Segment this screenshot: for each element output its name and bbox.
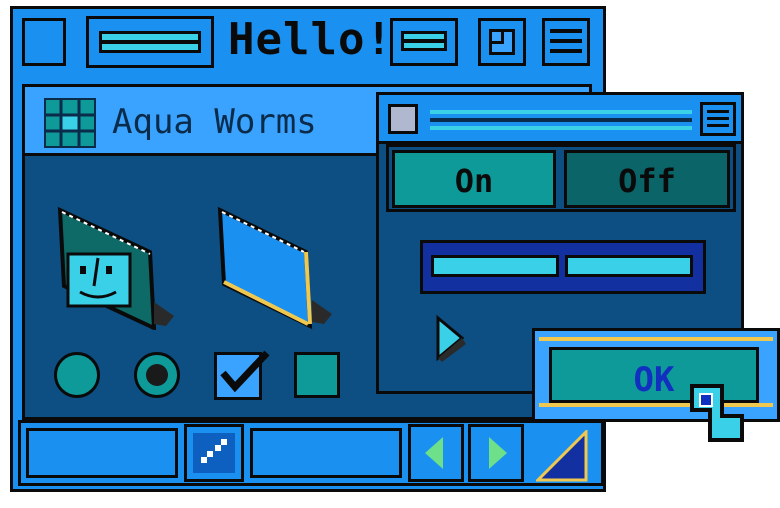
sub-collapse-icon[interactable] (700, 102, 736, 136)
scroll-track-left[interactable] (26, 428, 178, 478)
scroll-left-icon[interactable] (408, 424, 464, 482)
segment-on[interactable]: On (392, 150, 556, 208)
window-title: Hello! (228, 14, 393, 65)
segment-off[interactable]: Off (564, 150, 730, 208)
folder-icon[interactable] (214, 206, 344, 330)
radio-button-selected[interactable] (134, 352, 180, 398)
scroll-right-icon[interactable] (468, 424, 524, 482)
radio-button-unselected[interactable] (54, 352, 100, 398)
sub-title-stripes (430, 106, 692, 132)
cursor-pointer-icon (688, 382, 750, 444)
finder-face-icon[interactable] (54, 206, 184, 332)
checkbox-icon[interactable] (214, 350, 270, 400)
scroll-thumb-icon[interactable] (184, 424, 244, 482)
progress-segment-1 (431, 255, 559, 277)
collapse-icon[interactable] (542, 18, 590, 66)
close-box-icon[interactable] (22, 18, 66, 66)
zoom-icon[interactable] (478, 18, 526, 66)
progress-segment-2 (565, 255, 693, 277)
title-bar-left-handle (86, 16, 214, 68)
resize-corner-icon[interactable] (534, 428, 588, 482)
progress-bar (420, 240, 706, 294)
checkbox-unchecked[interactable] (294, 352, 340, 398)
scroll-track-right[interactable] (250, 428, 402, 478)
play-arrow-icon[interactable] (432, 314, 472, 362)
title-stripes (99, 31, 201, 53)
sub-close-box-icon[interactable] (388, 104, 418, 134)
inner-window-title: Aqua Worms (112, 102, 317, 142)
title-bar-right-handle (390, 18, 458, 66)
grid-app-icon (44, 98, 96, 148)
